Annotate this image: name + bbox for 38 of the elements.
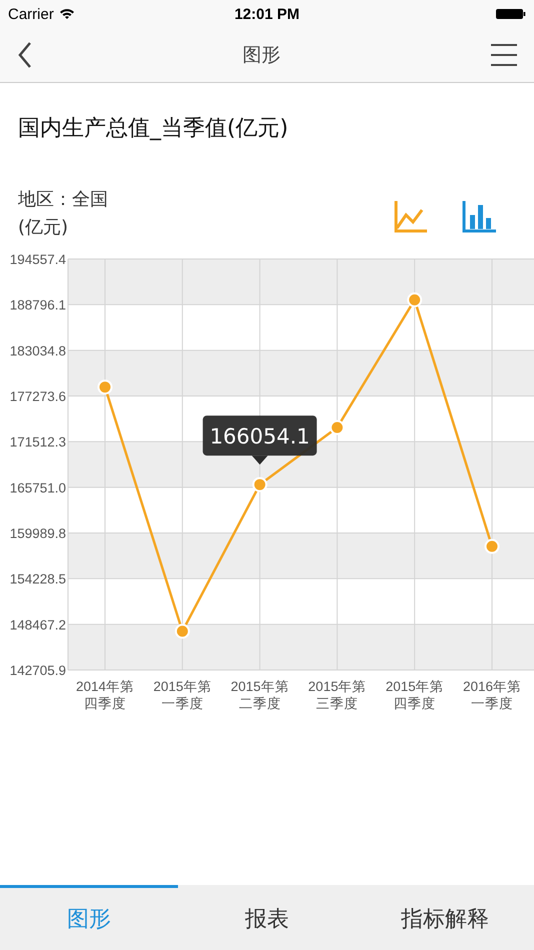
carrier-label: Carrier [8,6,54,22]
region-label: 地区：全国 [18,188,108,211]
menu-icon[interactable] [491,44,517,66]
x-axis-label: 2016年第一季度 [462,679,522,711]
y-axis-label: 165751.0 [10,480,66,496]
y-axis-label: 148467.2 [10,617,66,632]
y-axis-label: 159989.8 [10,526,66,541]
back-icon[interactable] [18,42,32,68]
wifi-icon [58,8,75,20]
bar-chart-icon[interactable] [462,201,496,233]
status-time: 12:01 PM [234,6,300,22]
x-axis-label: 2015年第二季度 [230,679,289,711]
x-axis-label: 2015年第一季度 [153,679,212,711]
x-axis-label: 2015年第四季度 [386,679,444,711]
chart-heading: 国内生产总值_当季值(亿元) [17,115,290,143]
y-axis-label: 188796.1 [10,298,66,313]
unit-label: (亿元) [18,216,70,239]
y-axis-label: 183034.8 [10,343,66,358]
x-axis-label: 2015年第三季度 [308,679,366,711]
tab[interactable]: 报表 [178,885,356,950]
data-point[interactable] [252,477,268,492]
tab[interactable]: 指标解释 [356,885,534,950]
data-point[interactable] [98,380,112,395]
value-tooltip: 166054.1 [202,416,317,465]
y-axis-label: 177273.6 [10,389,66,404]
nav-title: 图形 [242,43,280,68]
x-axis-label: 2014年第四季度 [76,679,134,711]
battery-icon [496,8,526,20]
y-axis-label: 142705.9 [10,663,66,678]
data-point[interactable] [330,420,345,435]
annotation: 166054.1 [210,424,310,449]
data-point[interactable] [484,538,500,554]
line-chart-icon[interactable] [394,201,428,233]
data-point[interactable] [407,292,422,308]
data-point[interactable] [174,624,190,639]
y-axis-label: 154228.5 [10,572,66,587]
y-axis-label: 194557.4 [10,252,66,267]
y-axis-label: 171512.3 [10,434,66,450]
